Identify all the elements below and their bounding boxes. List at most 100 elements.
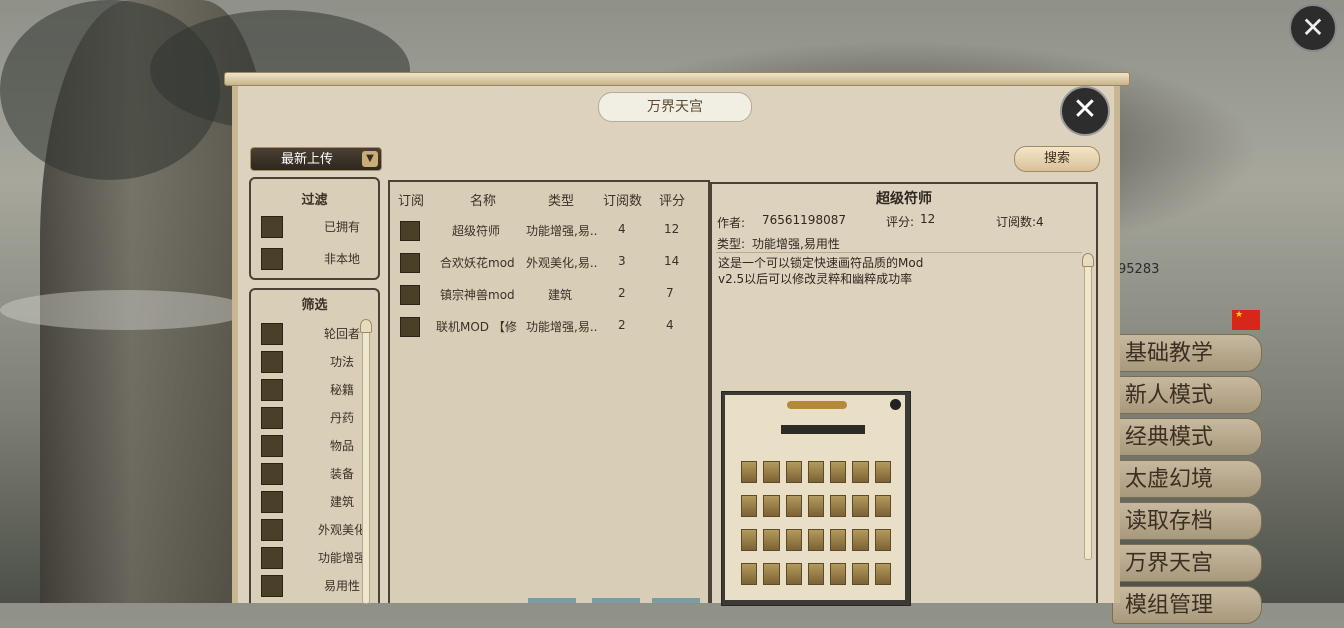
language-flag-icon[interactable] [1232, 310, 1260, 330]
description-line: 这是一个可以锁定快速画符品质的Mod [718, 256, 924, 270]
category-option[interactable]: 物品 [251, 433, 378, 461]
dialog-scroll-rod [224, 72, 1130, 86]
preview-title-bar [787, 401, 847, 409]
mod-row[interactable]: 联机MOD 【修 功能增强,易.. 2 4 [390, 316, 710, 348]
menu-item-load-save[interactable]: 读取存档 [1112, 502, 1262, 540]
mod-subs: 2 [618, 318, 626, 332]
menu-item-basic-tutorial[interactable]: 基础教学 [1112, 334, 1262, 372]
category-option[interactable]: 功法 [251, 349, 378, 377]
description-line: v2.5以后可以修改灵粹和幽粹成功率 [718, 272, 913, 286]
chevron-down-icon: ▼ [362, 151, 378, 167]
mod-type: 功能增强,易.. [526, 320, 598, 334]
mod-type: 功能增强,易.. [526, 224, 598, 238]
preview-screenshot [725, 395, 905, 600]
menu-item-newbie-mode[interactable]: 新人模式 [1112, 376, 1262, 414]
column-header-subs[interactable]: 订阅数 [603, 190, 642, 209]
category-option[interactable]: 易用性 [251, 573, 378, 601]
category-option[interactable]: 秘籍 [251, 377, 378, 405]
checkbox[interactable] [261, 575, 283, 597]
checkbox[interactable] [261, 379, 283, 401]
author-id: 76561198087 [762, 213, 846, 227]
checkbox[interactable] [261, 519, 283, 541]
scrollbar-thumb[interactable] [1082, 253, 1094, 267]
mod-score: 12 [664, 222, 680, 236]
checkbox[interactable] [261, 435, 283, 457]
filter-panel: 过滤 已拥有 非本地 [249, 177, 380, 280]
category-option[interactable]: 功能增强 [251, 545, 378, 573]
preview-close-icon [890, 399, 901, 410]
checkbox[interactable] [261, 547, 283, 569]
page-tab[interactable] [652, 598, 700, 603]
category-option[interactable]: 外观美化 [251, 517, 378, 545]
mod-subs: 3 [618, 254, 626, 268]
subscriber-count: 订阅数:4 [996, 215, 1044, 229]
type-label: 类型: [717, 237, 746, 251]
column-header-name[interactable]: 名称 [470, 190, 496, 209]
checkbox[interactable] [261, 248, 283, 270]
mod-name: 镇宗神兽mod [440, 288, 515, 302]
scrollbar-thumb[interactable] [360, 319, 372, 333]
mod-row[interactable]: 超级符师 功能增强,易.. 4 12 [390, 220, 710, 252]
page-tab[interactable] [592, 598, 640, 603]
category-option[interactable]: 建筑 [251, 489, 378, 517]
background-mist [0, 290, 250, 330]
category-option[interactable]: 丹药 [251, 405, 378, 433]
mod-row[interactable]: 镇宗神兽mod 建筑 2 7 [390, 284, 710, 316]
mod-name: 联机MOD 【修 [436, 320, 517, 334]
subscribe-checkbox[interactable] [400, 317, 420, 337]
preview-input-bar [781, 425, 865, 434]
mod-score: 4 [666, 318, 674, 332]
menu-item-classic-mode[interactable]: 经典模式 [1112, 418, 1262, 456]
version-text: 95283 [1118, 262, 1160, 277]
mod-list-panel: 订阅 名称 类型 订阅数 评分 超级符师 功能增强,易.. 4 12 合欢妖花m… [388, 180, 710, 603]
mod-type: 外观美化,易.. [526, 256, 598, 270]
column-header-score[interactable]: 评分 [659, 190, 685, 209]
mod-name: 超级符师 [452, 224, 501, 238]
menu-item-taixu-realm[interactable]: 太虚幻境 [1112, 460, 1262, 498]
author-label: 作者: [717, 216, 746, 230]
mod-score: 14 [664, 254, 680, 268]
mod-description: 这是一个可以锁定快速画符品质的Mod v2.5以后可以修改灵粹和幽粹成功率 [716, 252, 1082, 606]
page-tab[interactable] [528, 598, 576, 603]
menu-item-mod-manager[interactable]: 模组管理 [1112, 586, 1262, 624]
menu-item-workshop[interactable]: 万界天宫 [1112, 544, 1262, 582]
mod-row[interactable]: 合欢妖花mod 外观美化,易.. 3 14 [390, 252, 710, 284]
exit-game-close-icon[interactable]: ✕ [1289, 4, 1337, 52]
type-value: 功能增强,易用性 [752, 237, 840, 251]
mod-subs: 4 [618, 222, 626, 236]
mod-detail-title: 超级符师 [876, 191, 932, 207]
filter-option-non-local[interactable]: 非本地 [251, 246, 378, 274]
sort-dropdown[interactable]: 最新上传 ▼ [250, 147, 382, 171]
mod-detail-panel: 超级符师 作者: 76561198087 评分: 12 订阅数:4 类型: 功能… [710, 182, 1098, 606]
mod-subs: 2 [618, 286, 626, 300]
category-option[interactable]: 装备 [251, 461, 378, 489]
filter-panel-title: 过滤 [301, 193, 328, 208]
preview-grid [741, 461, 891, 591]
checkbox[interactable] [261, 463, 283, 485]
description-scrollbar[interactable] [1082, 253, 1094, 560]
filter-option-owned[interactable]: 已拥有 [251, 214, 378, 242]
column-header-type[interactable]: 类型 [548, 190, 574, 209]
checkbox[interactable] [261, 351, 283, 373]
checkbox[interactable] [261, 216, 283, 238]
checkbox[interactable] [261, 407, 283, 429]
subscribe-checkbox[interactable] [400, 253, 420, 273]
subscribe-checkbox[interactable] [400, 221, 420, 241]
score-label: 评分: [886, 215, 915, 229]
checkbox[interactable] [261, 323, 283, 345]
main-menu: 基础教学 新人模式 经典模式 太虚幻境 读取存档 万界天宫 模组管理 [1112, 334, 1262, 628]
dialog-title: 万界天宫 [598, 92, 752, 122]
mod-score: 7 [666, 286, 674, 300]
search-button[interactable]: 搜索 [1014, 146, 1100, 172]
mod-preview-image [721, 391, 911, 606]
dialog-close-icon[interactable]: ✕ [1060, 86, 1110, 136]
category-filter-panel: 筛选 轮回者 功法 秘籍 丹药 物品 装备 建筑 外观美化 功能增强 易用性 [249, 288, 380, 604]
mod-type: 建筑 [548, 288, 573, 302]
category-scrollbar[interactable] [360, 319, 372, 604]
category-option[interactable]: 轮回者 [251, 321, 378, 349]
subscribe-checkbox[interactable] [400, 285, 420, 305]
mod-name: 合欢妖花mod [440, 256, 515, 270]
score-value: 12 [920, 212, 936, 226]
checkbox[interactable] [261, 491, 283, 513]
filter-option-label: 已拥有 [323, 220, 360, 234]
